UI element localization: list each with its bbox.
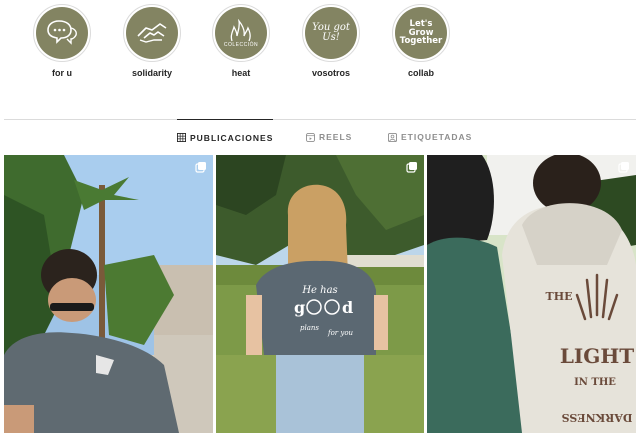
chat-bubbles-icon xyxy=(36,7,88,59)
shirt-print-line: plans xyxy=(300,324,319,332)
story-highlights: for u solidarity COLECCIÓN heat You got … xyxy=(0,0,640,118)
shirt-print-g: g xyxy=(294,298,305,317)
flame-icon: COLECCIÓN xyxy=(215,7,267,59)
post-thumbnail[interactable]: He has g d plans for you xyxy=(216,155,424,433)
shirt-print-d: d xyxy=(342,298,353,317)
highlight-label: vosotros xyxy=(311,68,350,78)
shirt-print-line: He has xyxy=(301,285,337,296)
post-photo xyxy=(4,155,213,433)
highlight-label: for u xyxy=(52,68,72,78)
reels-icon xyxy=(306,132,315,142)
highlight-cover-text: You got Us! xyxy=(312,22,350,43)
tab-label: REELS xyxy=(319,132,353,142)
multiple-posts-icon xyxy=(195,162,206,173)
tab-label: PUBLICACIONES xyxy=(190,132,274,143)
highlight-cover-ring: Let's Grow Together xyxy=(392,4,450,62)
posts-grid: He has g d plans for you THE LIGHT IN TH… xyxy=(0,155,640,435)
highlight-label: solidarity xyxy=(131,68,172,78)
handshake-icon xyxy=(126,7,178,59)
tab-etiquetadas[interactable]: ETIQUETADAS xyxy=(388,119,472,155)
post-photo: He has g d plans for you xyxy=(216,155,424,433)
multiple-posts-icon xyxy=(406,162,417,173)
tab-label: ETIQUETADAS xyxy=(401,132,473,142)
post-thumbnail[interactable] xyxy=(4,155,213,433)
tab-publicaciones[interactable]: PUBLICACIONES xyxy=(177,119,274,155)
highlight-collab[interactable]: Let's Grow Together collab xyxy=(381,4,461,78)
shirt-print-line: for you xyxy=(327,329,354,337)
highlight-cover-text: COLECCIÓN xyxy=(223,41,259,48)
grid-icon xyxy=(177,133,186,142)
highlight-cover: You got Us! xyxy=(305,7,357,59)
tagged-icon xyxy=(388,132,397,142)
highlight-solidarity[interactable]: solidarity xyxy=(112,4,192,78)
highlight-heat[interactable]: COLECCIÓN heat xyxy=(201,4,281,78)
highlight-cover-ring: You got Us! xyxy=(302,4,360,62)
highlight-vosotros[interactable]: You got Us! vosotros xyxy=(291,4,371,78)
tab-reels[interactable]: REELS xyxy=(306,119,352,155)
highlight-cover-text: Let's Grow Together xyxy=(399,19,443,47)
post-photo xyxy=(427,155,636,433)
multiple-posts-icon xyxy=(618,162,629,173)
highlight-cover: Let's Grow Together xyxy=(395,7,447,59)
highlight-label: heat xyxy=(231,68,251,78)
highlight-label: collab xyxy=(407,68,434,78)
highlight-for-u[interactable]: for u xyxy=(22,4,102,78)
highlight-cover-ring xyxy=(123,4,181,62)
highlight-cover-ring xyxy=(33,4,91,62)
highlight-cover-ring: COLECCIÓN xyxy=(212,4,270,62)
profile-tabs: PUBLICACIONES REELS ETIQUETADAS xyxy=(0,119,640,155)
post-thumbnail[interactable]: THE LIGHT IN THE DARKNESS xyxy=(427,155,636,433)
